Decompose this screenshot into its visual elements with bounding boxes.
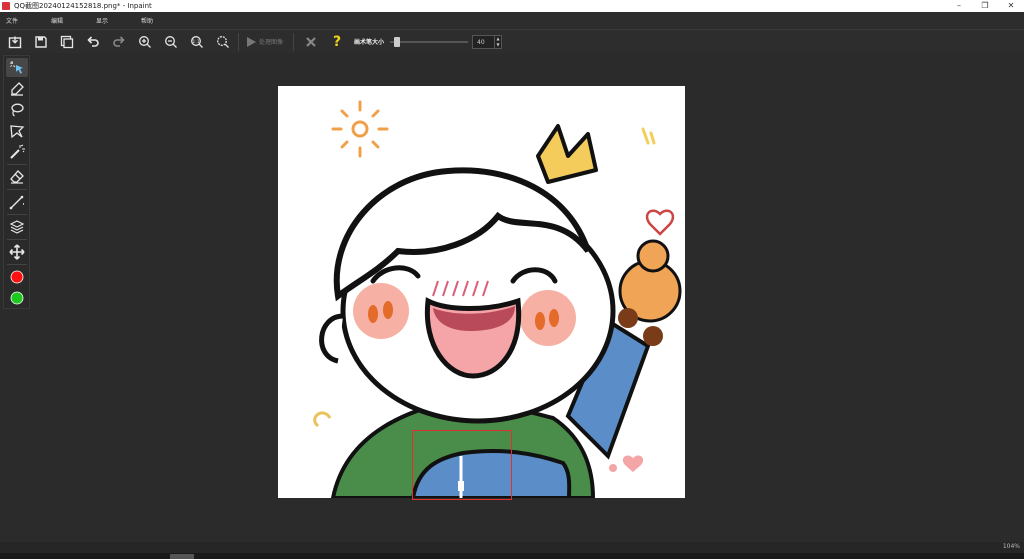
layers-tool[interactable] [6, 217, 28, 236]
minimize-button[interactable]: – [946, 0, 972, 12]
green-color-tool[interactable] [6, 288, 28, 307]
brush-size-value: 40 [477, 38, 485, 46]
spin-arrows[interactable]: ▲ ▼ [494, 35, 501, 48]
open-file-icon [8, 36, 22, 48]
redo-icon [113, 35, 125, 47]
lasso-tool[interactable] [6, 100, 28, 119]
play-icon [247, 36, 256, 47]
zoom-level: 104% [1002, 543, 1020, 550]
zoom-out-button[interactable] [160, 32, 182, 52]
cancel-button[interactable] [300, 32, 322, 52]
undo-icon [87, 35, 99, 47]
main-toolbar: 1:1 处理图像 ? 画术笔大小 40 ▲ ▼ [0, 29, 1024, 53]
polygon-lasso-icon [10, 124, 25, 138]
tool-divider [7, 264, 27, 265]
toolbar-separator [238, 32, 239, 51]
eraser-tool[interactable] [6, 167, 28, 186]
title-bar: QQ截图20240124152818.png* - Inpaint – ❐ ✕ [0, 0, 1024, 12]
undo-button[interactable] [82, 32, 104, 52]
magic-cursor-icon [10, 60, 23, 74]
slider-handle[interactable] [393, 36, 400, 47]
save-icon [35, 35, 47, 48]
brush-size-spinbox[interactable]: 40 ▲ ▼ [472, 34, 503, 49]
actual-size-icon: 1:1 [191, 35, 203, 48]
red-dot-icon [10, 270, 24, 283]
save-as-icon [60, 35, 74, 48]
process-image-label: 处理图像 [259, 39, 284, 46]
tool-divider [7, 164, 27, 165]
layers-icon [9, 219, 25, 234]
zoom-in-button[interactable] [134, 32, 156, 52]
tool-divider [7, 239, 27, 240]
brush-size-slider[interactable] [390, 36, 469, 47]
slider-track [390, 40, 469, 43]
move-icon [9, 243, 25, 260]
window-title: QQ截图20240124152818.png* - Inpaint [14, 2, 152, 10]
svg-text:1:1: 1:1 [192, 38, 199, 44]
menu-view[interactable]: 显示 [90, 16, 135, 25]
app-logo-icon [2, 2, 10, 10]
brush-size-label: 画术笔大小 [354, 39, 385, 46]
menu-file[interactable]: 文件 [0, 16, 45, 25]
marker-icon [11, 81, 24, 96]
lasso-icon [11, 103, 24, 117]
menu-help[interactable]: 帮助 [135, 16, 180, 25]
selection-rectangle[interactable] [412, 430, 512, 500]
menu-edit[interactable]: 编辑 [45, 16, 90, 25]
save-as-button[interactable] [56, 32, 78, 52]
open-button[interactable] [4, 32, 26, 52]
inpaint-window: QQ截图20240124152818.png* - Inpaint – ❐ ✕ … [0, 0, 1024, 559]
zoom-out-icon [165, 35, 177, 48]
tool-panel [3, 55, 30, 309]
toolbar-separator [293, 32, 295, 51]
save-button[interactable] [30, 32, 52, 52]
scrollbar-thumb[interactable] [170, 554, 194, 559]
green-dot-icon [10, 291, 24, 304]
move-tool[interactable] [6, 242, 28, 261]
magic-wand-tool[interactable] [6, 142, 28, 161]
maximize-button[interactable]: ❐ [972, 0, 998, 12]
marker-tool[interactable] [6, 79, 28, 98]
fit-window-button[interactable] [212, 32, 234, 52]
zoom-fit-icon [217, 35, 229, 48]
process-image-button[interactable]: 处理图像 [245, 32, 289, 52]
close-x-icon [306, 36, 316, 47]
zoom-in-icon [139, 35, 151, 48]
magic-wand-icon [10, 144, 25, 159]
help-button[interactable]: ? [326, 32, 348, 52]
polygon-lasso-tool[interactable] [6, 121, 28, 140]
status-bar: 104% [0, 542, 1024, 553]
window-controls: – ❐ ✕ [946, 0, 1024, 12]
tool-divider [7, 214, 27, 215]
line-tool[interactable] [6, 192, 28, 211]
red-color-tool[interactable] [6, 267, 28, 286]
close-button[interactable]: ✕ [998, 0, 1024, 12]
tool-divider [7, 189, 27, 190]
actual-size-button[interactable]: 1:1 [186, 32, 208, 52]
line-icon [9, 195, 24, 209]
smart-select-tool[interactable] [6, 58, 28, 77]
eraser-icon [10, 169, 24, 184]
question-mark-icon: ? [332, 33, 342, 50]
redo-button[interactable] [108, 32, 130, 52]
menu-bar: 文件 编辑 显示 帮助 [0, 12, 1024, 29]
horizontal-scrollbar[interactable] [0, 553, 1024, 559]
